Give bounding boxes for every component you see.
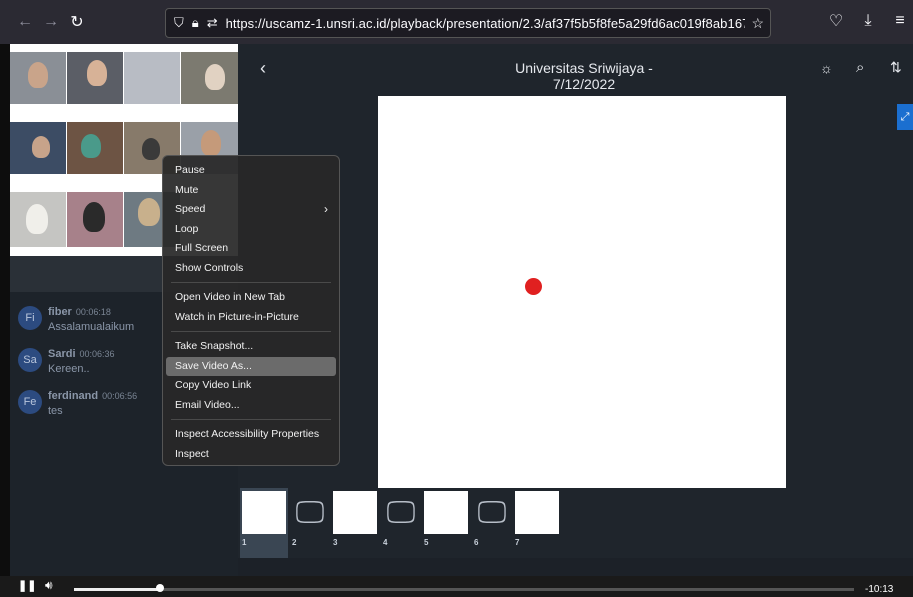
avatar: Sa [18,348,42,372]
menu-item-copy-video-link[interactable]: Copy Video Link [166,376,336,396]
webcam-tile [10,192,66,247]
webcam-tile [67,122,123,174]
chat-author: Sardi [48,348,76,360]
menu-item-take-snapshot[interactable]: Take Snapshot... [166,337,336,357]
chat-text: Assalamualaikum [48,321,135,333]
left-edge [0,44,10,597]
chat-text: tes [48,405,63,417]
webcam-tile [181,52,238,104]
menu-item-picture-in-picture[interactable]: Watch in Picture-in-Picture [166,308,336,328]
pause-icon[interactable]: ❚❚ [18,579,36,592]
webcam-tile [124,52,180,104]
thumbnail-number: 6 [474,538,479,547]
menu-item-inspect[interactable]: Inspect [166,445,336,465]
thumbnail-number: 3 [333,538,338,547]
slide-thumbnail[interactable] [242,491,286,534]
menu-item-full-screen[interactable]: Full Screen [166,239,336,259]
presenter-cursor [525,278,542,295]
presentation-title: Universitas Sriwijaya - 7/12/2022 [515,60,653,92]
chevron-right-icon: › [324,202,328,216]
webcam-tile [67,52,123,104]
menu-item-save-video-as[interactable]: Save Video As... [166,356,336,376]
menu-item-speed[interactable]: Speed › [166,200,336,220]
menu-separator [171,331,331,332]
slide-thumbnail[interactable] [333,491,377,534]
webcam-tile [67,192,123,247]
menu-item-loop[interactable]: Loop [166,220,336,240]
thumbnail-number: 1 [242,538,247,547]
thumbnail-strip-footer [238,558,913,576]
avatar: Fe [18,390,42,414]
progress-handle[interactable] [155,584,164,592]
brightness-icon[interactable]: ☼ [820,60,833,76]
monitor-icon[interactable]: 🖵 [379,491,423,534]
menu-separator [171,282,331,283]
menu-item-pause[interactable]: Pause [166,161,336,181]
menu-item-email-video[interactable]: Email Video... [166,396,336,416]
menu-item-mute[interactable]: Mute [166,181,336,201]
bookmark-star-icon[interactable]: ☆ [751,15,764,32]
chat-message: Fe ferdinand 00:06:56 tes [18,390,137,417]
thumbnail-number: 2 [292,538,297,547]
chat-message: Sa Sardi 00:06:36 Kereen.. [18,348,115,375]
monitor-icon[interactable]: 🖵 [288,491,332,534]
menu-item-open-new-tab[interactable]: Open Video in New Tab [166,288,336,308]
webcam-tile [10,122,66,174]
presentation-header: ‹ Universitas Sriwijaya - 7/12/2022 ☼ ⌕ … [238,44,913,96]
menu-item-inspect-accessibility[interactable]: Inspect Accessibility Properties [166,425,336,445]
menu-item-label: Speed [175,203,206,215]
thumbnail-number: 4 [383,538,388,547]
shield-icon[interactable]: ⛉ [174,15,184,31]
webcam-tile [10,52,66,104]
progress-track[interactable] [74,588,854,591]
search-icon[interactable]: ⌕ [856,59,864,76]
pocket-icon[interactable]: ♡ [823,8,849,34]
time-remaining: -10:13 [865,584,894,595]
forward-arrow-icon[interactable]: → [38,9,64,35]
url-bar[interactable]: ⛉ 🔒︎ ⇄ https://uscamz-1.unsri.ac.id/play… [165,8,771,38]
slide-thumbnail[interactable] [515,491,559,534]
chat-timestamp[interactable]: 00:06:56 [102,391,137,401]
permissions-icon[interactable]: ⇄ [207,15,218,31]
back-arrow-icon[interactable]: ← [12,9,38,35]
avatar: Fi [18,306,42,330]
monitor-icon[interactable]: 🖵 [470,491,514,534]
chat-message: Fi fiber 00:06:18 Assalamualaikum [18,306,134,333]
volume-icon[interactable]: 🔊︎ [45,578,53,593]
browser-toolbar: ← → ↻ ⛉ 🔒︎ ⇄ https://uscamz-1.unsri.ac.i… [0,0,913,44]
chat-timestamp[interactable]: 00:06:36 [80,349,115,359]
chat-author: fiber [48,306,72,318]
menu-separator [171,419,331,420]
chat-timestamp[interactable]: 00:06:18 [76,307,111,317]
swap-layout-icon[interactable]: ⇅ [890,59,902,76]
chat-author: ferdinand [48,390,99,402]
fullscreen-icon[interactable]: ⤢ [897,104,913,130]
menu-item-show-controls[interactable]: Show Controls [166,259,336,279]
thumbnail-number: 5 [424,538,429,547]
chevron-left-icon[interactable]: ‹ [260,58,266,79]
reload-icon[interactable]: ↻ [64,9,90,35]
player-controls: ❚❚ 🔊︎ [0,576,913,597]
url-text[interactable]: https://uscamz-1.unsri.ac.id/playback/pr… [226,16,746,31]
lock-icon[interactable]: 🔒︎ [192,15,199,31]
chat-text: Kereen.. [48,363,90,375]
thumbnail-number: 7 [515,538,520,547]
slide [378,96,786,488]
download-icon[interactable]: ⤓ [855,8,881,34]
progress-fill [74,588,160,591]
menu-icon[interactable]: ≡ [887,8,913,34]
slide-thumbnail[interactable] [424,491,468,534]
context-menu: Pause Mute Speed › Loop Full Screen Show … [162,155,340,466]
